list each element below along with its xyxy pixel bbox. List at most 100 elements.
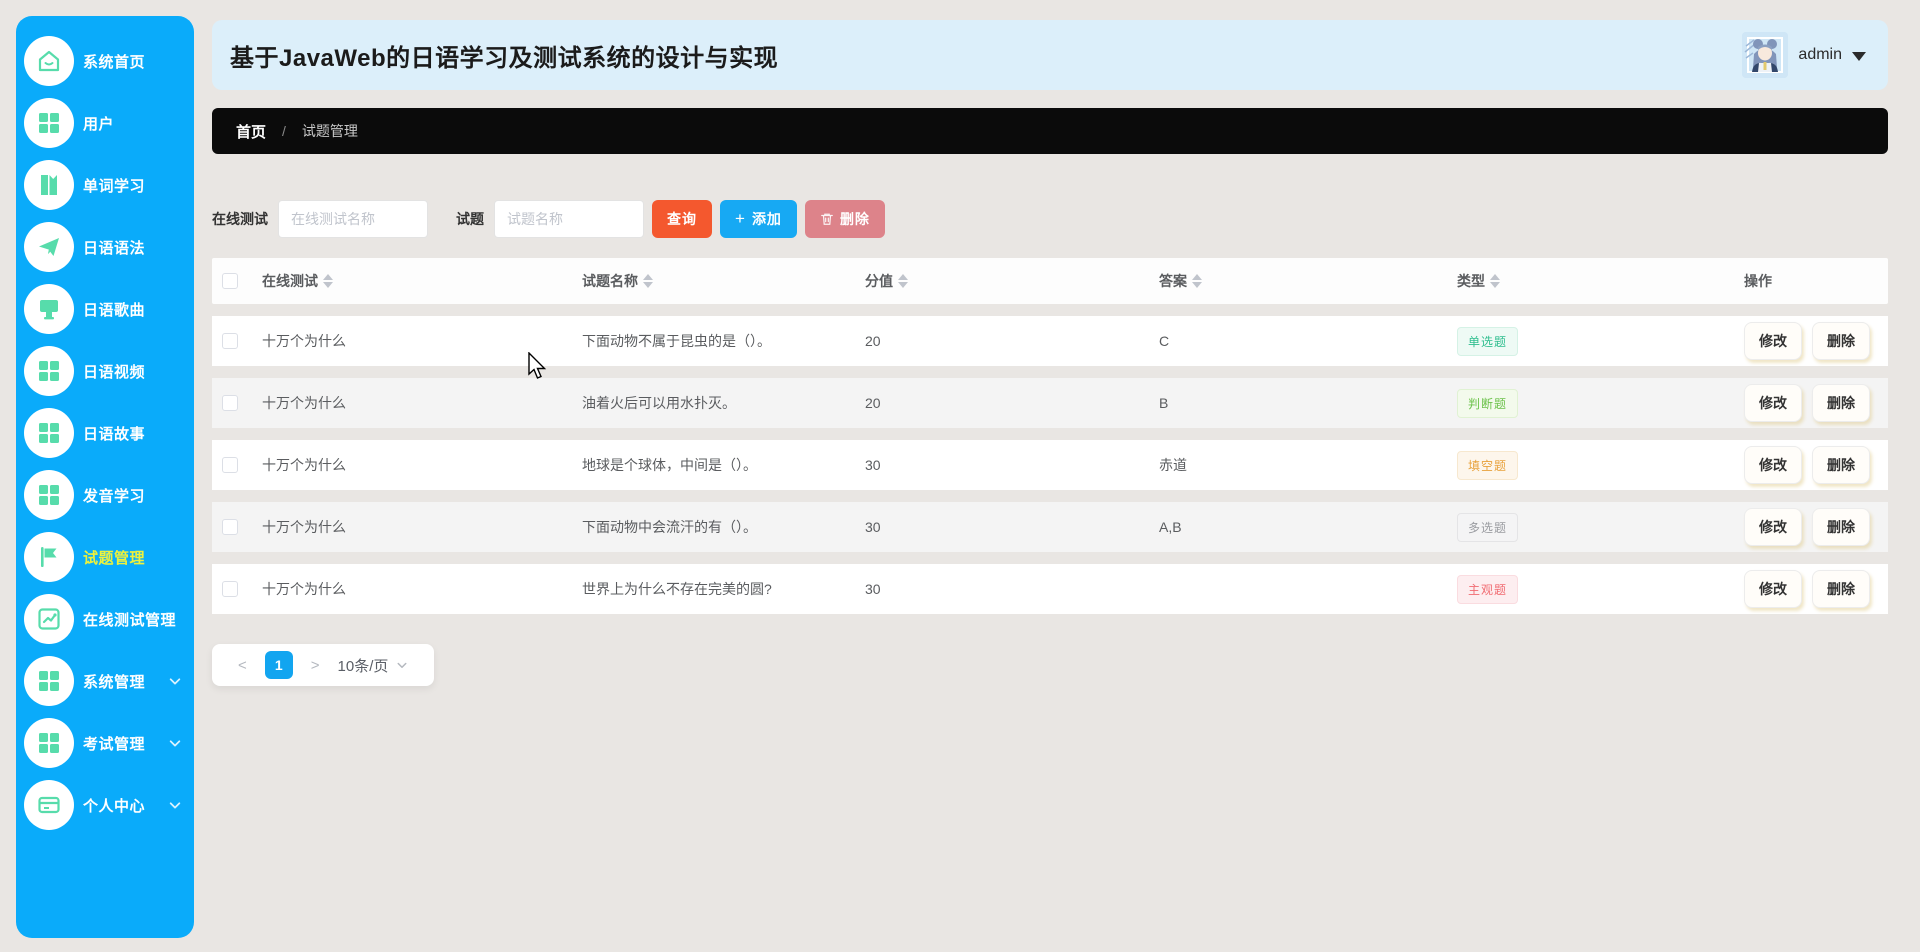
- type-tag: 多选题: [1457, 512, 1519, 542]
- cell-score: 20: [865, 395, 881, 411]
- breadcrumb: 首页 / 试题管理: [212, 108, 1888, 154]
- delete-button[interactable]: 删除: [1812, 446, 1870, 484]
- questions-table: 在线测试 试题名称 分值 答案 类型 操作 十万个为什么 下面动物不属于昆虫的是…: [212, 258, 1888, 614]
- sidebar-item-label: 发音学习: [83, 487, 146, 505]
- column-header-5[interactable]: 类型: [1457, 271, 1744, 291]
- type-tag: 主观题: [1457, 574, 1519, 604]
- cell-question-name: 地球是个球体，中间是（）。: [582, 457, 757, 473]
- cell-online-test: 十万个为什么: [262, 457, 346, 473]
- sidebar-item-label: 日语歌曲: [83, 301, 146, 319]
- grid-icon: [24, 408, 74, 458]
- table-row: 十万个为什么 下面动物中会流汗的有（）。 30 A,B 多选题 修改 删除: [212, 502, 1888, 552]
- cell-question-name: 油着火后可以用水扑灭。: [582, 395, 736, 411]
- sort-icon[interactable]: [1192, 274, 1202, 288]
- edit-button[interactable]: 修改: [1744, 570, 1802, 608]
- row-checkbox[interactable]: [222, 395, 238, 411]
- row-checkbox[interactable]: [222, 581, 238, 597]
- page-size-select[interactable]: 10条/页: [338, 655, 409, 676]
- column-header-1[interactable]: 在线测试: [262, 271, 582, 291]
- cell-question-name: 下面动物中会流汗的有（）。: [582, 519, 757, 535]
- online-test-label: 在线测试: [212, 211, 268, 227]
- sidebar-item-label: 在线测试管理: [83, 611, 177, 629]
- chart-icon: [24, 594, 74, 644]
- type-tag: 判断题: [1457, 388, 1519, 418]
- sidebar-item-users[interactable]: 用户: [16, 92, 194, 154]
- row-checkbox[interactable]: [222, 457, 238, 473]
- sort-icon[interactable]: [1490, 274, 1500, 288]
- delete-button[interactable]: 删除: [1812, 570, 1870, 608]
- search-toolbar: 在线测试 试题 查询 + 添加 删除: [212, 200, 1888, 238]
- page-number-button[interactable]: 1: [264, 651, 293, 679]
- edit-button[interactable]: 修改: [1744, 384, 1802, 422]
- question-input[interactable]: [494, 200, 644, 238]
- table-row: 十万个为什么 油着火后可以用水扑灭。 20 B 判断题 修改 删除: [212, 378, 1888, 428]
- row-checkbox[interactable]: [222, 333, 238, 349]
- sidebar-item-online-test[interactable]: 在线测试管理: [16, 588, 194, 650]
- chevron-down-icon: [168, 674, 182, 688]
- query-button[interactable]: 查询: [652, 200, 712, 238]
- prev-page-button[interactable]: <: [238, 657, 247, 674]
- chevron-down-icon: [397, 662, 407, 668]
- next-page-button[interactable]: >: [311, 657, 320, 674]
- avatar: [1742, 32, 1789, 78]
- edit-button[interactable]: 修改: [1744, 508, 1802, 546]
- breadcrumb-separator: /: [282, 123, 286, 139]
- delete-button[interactable]: 删除: [1812, 322, 1870, 360]
- delete-button[interactable]: 删除: [1812, 508, 1870, 546]
- add-button[interactable]: + 添加: [720, 200, 797, 238]
- cell-answer: 赤道: [1159, 457, 1187, 473]
- edit-button[interactable]: 修改: [1744, 322, 1802, 360]
- sidebar-item-profile[interactable]: 个人中心: [16, 774, 194, 836]
- cell-score: 30: [865, 457, 881, 473]
- question-label: 试题: [456, 211, 484, 227]
- sidebar-item-home[interactable]: 系统首页: [16, 30, 194, 92]
- sort-icon[interactable]: [643, 274, 653, 288]
- sort-icon[interactable]: [898, 274, 908, 288]
- row-checkbox[interactable]: [222, 519, 238, 535]
- cell-online-test: 十万个为什么: [262, 519, 346, 535]
- sidebar-item-videos[interactable]: 日语视频: [16, 340, 194, 402]
- table-row: 十万个为什么 地球是个球体，中间是（）。 30 赤道 填空题 修改 删除: [212, 440, 1888, 490]
- column-header-4[interactable]: 答案: [1159, 271, 1457, 291]
- column-header-2[interactable]: 试题名称: [582, 271, 865, 291]
- book-icon: [24, 160, 74, 210]
- column-header-3[interactable]: 分值: [865, 271, 1159, 291]
- user-menu[interactable]: admin: [1742, 32, 1866, 78]
- card-icon: [24, 780, 74, 830]
- header-bar: 基于JavaWeb的日语学习及测试系统的设计与实现 admin: [212, 20, 1888, 90]
- grid-icon: [24, 98, 74, 148]
- online-test-input[interactable]: [278, 200, 428, 238]
- sidebar-item-songs[interactable]: 日语歌曲: [16, 278, 194, 340]
- sidebar-item-system[interactable]: 系统管理: [16, 650, 194, 712]
- grid-icon: [24, 656, 74, 706]
- breadcrumb-home[interactable]: 首页: [236, 121, 266, 142]
- flag-icon: [24, 532, 74, 582]
- sidebar-item-pronounce[interactable]: 发音学习: [16, 464, 194, 526]
- select-all-checkbox[interactable]: [222, 273, 238, 289]
- sidebar-item-label: 系统管理: [83, 673, 146, 691]
- sidebar-item-stories[interactable]: 日语故事: [16, 402, 194, 464]
- batch-delete-button[interactable]: 删除: [804, 200, 885, 238]
- billboard-icon: [24, 284, 74, 334]
- breadcrumb-current: 试题管理: [301, 123, 358, 139]
- cell-score: 20: [865, 333, 881, 349]
- sidebar-item-questions[interactable]: 试题管理: [16, 526, 194, 588]
- column-header-6[interactable]: 操作: [1744, 271, 1888, 291]
- sidebar-item-grammar[interactable]: 日语语法: [16, 216, 194, 278]
- sidebar-item-label: 单词学习: [83, 177, 146, 195]
- delete-button[interactable]: 删除: [1812, 384, 1870, 422]
- sidebar-item-label: 考试管理: [83, 735, 146, 753]
- sort-icon[interactable]: [323, 274, 333, 288]
- sidebar-item-label: 日语故事: [83, 425, 146, 443]
- type-tag: 填空题: [1457, 450, 1519, 480]
- sidebar-item-words[interactable]: 单词学习: [16, 154, 194, 216]
- sidebar-item-label: 试题管理: [83, 549, 146, 567]
- sidebar-item-label: 用户: [83, 115, 115, 133]
- home-icon: [24, 36, 74, 86]
- sidebar-item-exam[interactable]: 考试管理: [16, 712, 194, 774]
- chevron-down-icon: [168, 736, 182, 750]
- sidebar-item-label: 日语视频: [83, 363, 146, 381]
- table-row: 十万个为什么 下面动物不属于昆虫的是（）。 20 C 单选题 修改 删除: [212, 316, 1888, 366]
- edit-button[interactable]: 修改: [1744, 446, 1802, 484]
- grid-icon: [24, 346, 74, 396]
